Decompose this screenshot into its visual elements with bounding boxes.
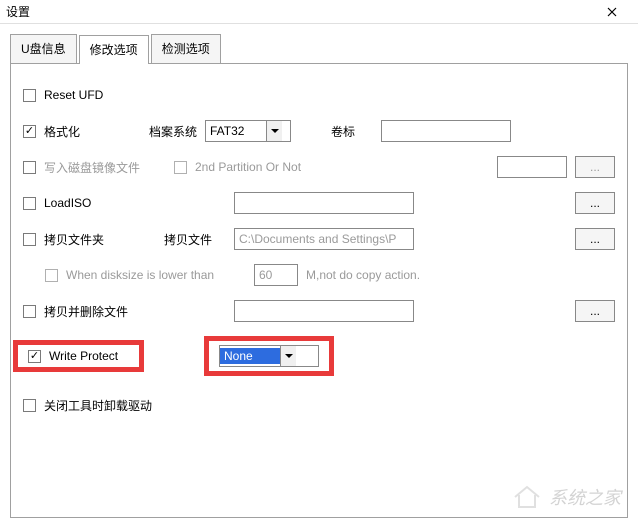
format-label: 格式化: [44, 123, 149, 140]
copy-delete-label: 拷贝并删除文件: [44, 303, 234, 320]
volume-input[interactable]: [381, 120, 511, 142]
reset-ufd-label: Reset UFD: [44, 88, 149, 102]
copy-delete-path: [234, 300, 414, 322]
copy-folder-checkbox[interactable]: [23, 233, 36, 246]
chevron-down-icon: [280, 346, 296, 366]
filesystem-value: FAT32: [206, 124, 266, 138]
disksize-checkbox: [45, 269, 58, 282]
write-image-label: 写入磁盘镜像文件: [44, 159, 164, 176]
write-image-browse-button[interactable]: ...: [575, 156, 615, 178]
watermark: 系统之家: [511, 483, 621, 511]
volume-label: 卷标: [331, 123, 361, 140]
close-tool-checkbox[interactable]: [23, 399, 36, 412]
disksize-suffix: M,not do copy action.: [306, 268, 420, 282]
tab-udisk-info[interactable]: U盘信息: [10, 34, 77, 63]
second-partition-label: 2nd Partition Or Not: [195, 160, 301, 174]
filesystem-select[interactable]: FAT32: [205, 120, 291, 142]
tab-check-options[interactable]: 检测选项: [151, 34, 221, 63]
chevron-down-icon: [266, 121, 282, 141]
copy-folder-path: C:\Documents and Settings\P: [234, 228, 414, 250]
close-tool-label: 关闭工具时卸载驱动: [44, 397, 152, 414]
disksize-value: 60: [254, 264, 298, 286]
loadiso-path: [234, 192, 414, 214]
tab-bar: U盘信息 修改选项 检测选项: [10, 34, 638, 63]
reset-ufd-checkbox[interactable]: [23, 89, 36, 102]
write-protect-select-highlight: None: [204, 336, 334, 376]
write-protect-select[interactable]: None: [219, 345, 319, 367]
copy-delete-browse-button[interactable]: ...: [575, 300, 615, 322]
write-protect-highlight: Write Protect: [13, 340, 144, 372]
format-checkbox[interactable]: [23, 125, 36, 138]
write-protect-value: None: [220, 348, 280, 364]
write-protect-checkbox[interactable]: [28, 350, 41, 363]
loadiso-label: LoadISO: [44, 196, 234, 210]
house-icon: [511, 483, 543, 511]
copy-folder-label: 拷贝文件夹: [44, 231, 144, 248]
filesystem-label: 档案系统: [149, 123, 205, 140]
second-partition-checkbox: [174, 161, 187, 174]
options-panel: Reset UFD 格式化 档案系统 FAT32 卷标 写入磁盘镜像文件 2nd…: [10, 63, 628, 518]
loadiso-checkbox[interactable]: [23, 197, 36, 210]
window-title: 设置: [6, 3, 592, 20]
copy-delete-checkbox[interactable]: [23, 305, 36, 318]
close-button[interactable]: [592, 0, 632, 24]
tab-modify-options[interactable]: 修改选项: [79, 35, 149, 64]
loadiso-browse-button[interactable]: ...: [575, 192, 615, 214]
copy-file-label: 拷贝文件: [164, 231, 220, 248]
write-image-path: [497, 156, 567, 178]
write-protect-label: Write Protect: [49, 349, 129, 363]
copy-folder-browse-button[interactable]: ...: [575, 228, 615, 250]
close-icon: [607, 7, 617, 17]
write-image-checkbox[interactable]: [23, 161, 36, 174]
disksize-label: When disksize is lower than: [66, 268, 246, 282]
